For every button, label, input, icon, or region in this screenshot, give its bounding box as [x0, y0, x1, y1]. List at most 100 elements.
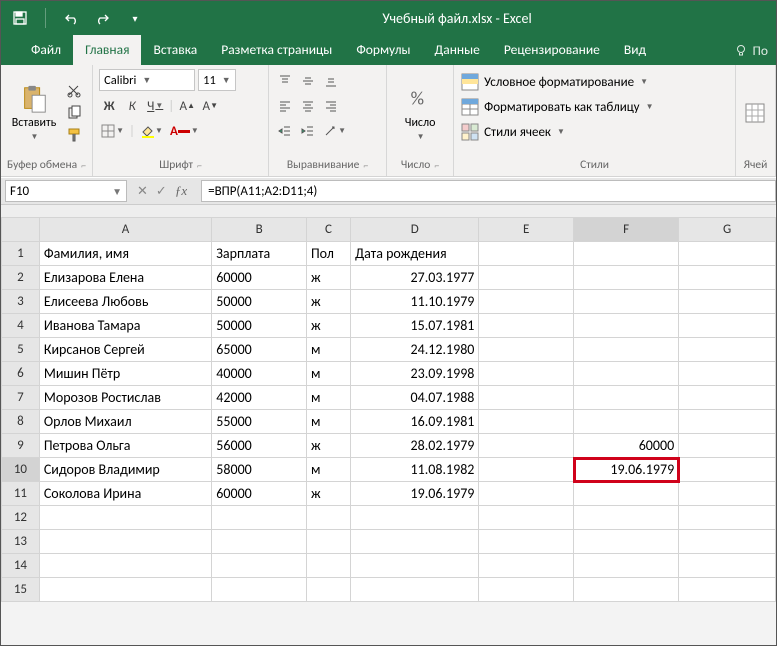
- cell[interactable]: 28.02.1979: [351, 434, 479, 458]
- cell[interactable]: [679, 410, 776, 434]
- cell[interactable]: Соколова Ирина: [39, 482, 211, 506]
- tab-home[interactable]: Главная: [73, 35, 141, 65]
- cell[interactable]: Петрова Ольга: [39, 434, 211, 458]
- align-top-icon[interactable]: [275, 71, 295, 91]
- row-header[interactable]: 6: [2, 362, 40, 386]
- column-header-C[interactable]: C: [306, 218, 350, 242]
- row-header[interactable]: 12: [2, 506, 40, 530]
- column-header-F[interactable]: F: [574, 218, 679, 242]
- row-header[interactable]: 1: [2, 242, 40, 266]
- cell[interactable]: 65000: [212, 338, 307, 362]
- worksheet[interactable]: ABCDEFG1Фамилия, имяЗарплатаПолДата рожд…: [1, 217, 776, 602]
- save-icon[interactable]: [9, 7, 31, 29]
- cell[interactable]: 40000: [212, 362, 307, 386]
- cell[interactable]: [574, 290, 679, 314]
- decrease-font-icon[interactable]: A▼: [200, 96, 220, 116]
- cell[interactable]: [574, 410, 679, 434]
- number-launcher-icon[interactable]: ⌐: [434, 159, 439, 172]
- cell[interactable]: Мишин Пётр: [39, 362, 211, 386]
- cell[interactable]: [679, 266, 776, 290]
- cell[interactable]: [351, 506, 479, 530]
- cell[interactable]: [212, 506, 307, 530]
- row-header[interactable]: 13: [2, 530, 40, 554]
- cell[interactable]: [679, 386, 776, 410]
- increase-font-icon[interactable]: A▲: [177, 96, 197, 116]
- cell[interactable]: [679, 482, 776, 506]
- conditional-formatting-button[interactable]: Условное форматирование▼: [460, 71, 729, 93]
- cell[interactable]: ж: [306, 482, 350, 506]
- cell[interactable]: [479, 482, 574, 506]
- cell[interactable]: [479, 242, 574, 266]
- underline-button[interactable]: Ч▼: [145, 96, 165, 116]
- cell[interactable]: [679, 338, 776, 362]
- cell[interactable]: Зарплата: [212, 242, 307, 266]
- cell[interactable]: [479, 410, 574, 434]
- row-header[interactable]: 14: [2, 554, 40, 578]
- cell[interactable]: [39, 530, 211, 554]
- cell[interactable]: [574, 506, 679, 530]
- cell[interactable]: [306, 530, 350, 554]
- font-size-combo[interactable]: 11▼: [198, 69, 236, 91]
- column-header-G[interactable]: G: [679, 218, 776, 242]
- cell[interactable]: Пол: [306, 242, 350, 266]
- cell[interactable]: [679, 458, 776, 482]
- cell[interactable]: Елизарова Елена: [39, 266, 211, 290]
- qat-customize-icon[interactable]: ▾: [124, 7, 146, 29]
- cell[interactable]: [479, 266, 574, 290]
- decrease-indent-icon[interactable]: [275, 121, 295, 141]
- cell[interactable]: [679, 530, 776, 554]
- cell[interactable]: [574, 242, 679, 266]
- cell[interactable]: Дата рождения: [351, 242, 479, 266]
- cell[interactable]: 60000: [212, 266, 307, 290]
- paste-button[interactable]: Вставить ▼: [7, 84, 61, 142]
- row-header[interactable]: 11: [2, 482, 40, 506]
- borders-icon[interactable]: ▼: [99, 121, 126, 141]
- cell[interactable]: м: [306, 458, 350, 482]
- cell[interactable]: Сидоров Владимир: [39, 458, 211, 482]
- cell[interactable]: Фамилия, имя: [39, 242, 211, 266]
- cell[interactable]: [679, 578, 776, 602]
- cell[interactable]: [306, 578, 350, 602]
- tab-formulas[interactable]: Формулы: [344, 35, 422, 65]
- cell[interactable]: 50000: [212, 290, 307, 314]
- tab-data[interactable]: Данные: [423, 35, 492, 65]
- tab-view[interactable]: Вид: [612, 35, 658, 65]
- cell[interactable]: 23.09.1998: [351, 362, 479, 386]
- cell[interactable]: Кирсанов Сергей: [39, 338, 211, 362]
- cell[interactable]: [574, 578, 679, 602]
- font-color-icon[interactable]: A▼: [168, 121, 201, 141]
- cell[interactable]: [574, 554, 679, 578]
- align-launcher-icon[interactable]: ⌐: [363, 159, 368, 172]
- cell[interactable]: 11.10.1979: [351, 290, 479, 314]
- cell[interactable]: [574, 386, 679, 410]
- cell[interactable]: [574, 338, 679, 362]
- cell[interactable]: [39, 506, 211, 530]
- row-header[interactable]: 4: [2, 314, 40, 338]
- cell[interactable]: [679, 554, 776, 578]
- cell[interactable]: ж: [306, 434, 350, 458]
- cell[interactable]: [574, 482, 679, 506]
- cell[interactable]: [479, 314, 574, 338]
- format-painter-icon[interactable]: [65, 126, 83, 144]
- row-header[interactable]: 2: [2, 266, 40, 290]
- cell[interactable]: Морозов Ростислав: [39, 386, 211, 410]
- cell[interactable]: м: [306, 338, 350, 362]
- cancel-formula-icon[interactable]: ✕: [137, 184, 148, 199]
- cell[interactable]: ж: [306, 290, 350, 314]
- formula-input[interactable]: =ВПР(A11;A2:D11;4): [201, 180, 776, 202]
- cell[interactable]: [679, 242, 776, 266]
- cell[interactable]: [351, 530, 479, 554]
- cell[interactable]: [479, 458, 574, 482]
- cell[interactable]: 11.08.1982: [351, 458, 479, 482]
- cell[interactable]: [479, 434, 574, 458]
- cell[interactable]: [479, 362, 574, 386]
- cell[interactable]: 60000: [574, 434, 679, 458]
- cell[interactable]: м: [306, 362, 350, 386]
- cell[interactable]: [479, 554, 574, 578]
- cell[interactable]: Елисеева Любовь: [39, 290, 211, 314]
- cell[interactable]: [679, 434, 776, 458]
- column-header-E[interactable]: E: [479, 218, 574, 242]
- column-header-B[interactable]: B: [212, 218, 307, 242]
- cut-icon[interactable]: [65, 82, 83, 100]
- cell[interactable]: 27.03.1977: [351, 266, 479, 290]
